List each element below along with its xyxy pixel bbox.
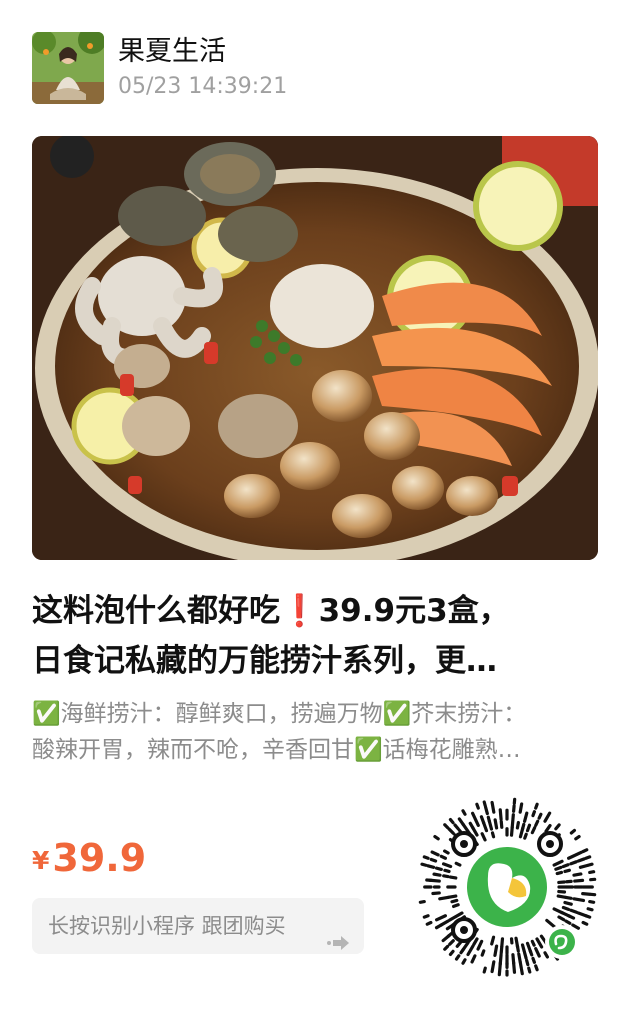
post-header: 果夏生活 05/23 14:39:21 — [32, 30, 592, 106]
product-description: ✅海鲜捞汁：醇鲜爽口，捞遍万物✅芥末捞汁： 酸辣开胃，辣而不呛，辛香回甘✅话梅花… — [32, 696, 592, 768]
product-image[interactable] — [32, 136, 598, 560]
shop-name: 果夏生活 — [118, 36, 226, 67]
mini-program-badge-icon — [545, 925, 579, 959]
currency-symbol: ¥ — [32, 846, 50, 875]
product-title-line-1: 这料泡什么都好吃❗39.9元3盒， — [32, 593, 510, 629]
group-buy-label: 长按识别小程序 跟团购买 — [48, 914, 286, 938]
price: ¥39.9 — [32, 836, 146, 880]
product-title-line-2: 日食记私藏的万能捞汁系列，更… — [32, 643, 497, 679]
mini-program-code[interactable] — [416, 796, 598, 978]
product-title[interactable]: 这料泡什么都好吃❗39.9元3盒， 日食记私藏的万能捞汁系列，更… — [32, 586, 592, 686]
product-description-line-1: ✅海鲜捞汁：醇鲜爽口，捞遍万物✅芥末捞汁： — [32, 701, 527, 727]
arrow-right-icon — [326, 917, 350, 973]
post-timestamp: 05/23 14:39:21 — [118, 74, 288, 99]
group-buy-button[interactable]: 长按识别小程序 跟团购买 — [32, 898, 364, 954]
price-value: 39.9 — [52, 836, 147, 880]
heart-leaf-logo-icon — [467, 847, 547, 927]
product-description-line-2: 酸辣开胃，辣而不呛，辛香回甘✅话梅花雕熟… — [32, 737, 521, 763]
avatar[interactable] — [32, 32, 104, 104]
